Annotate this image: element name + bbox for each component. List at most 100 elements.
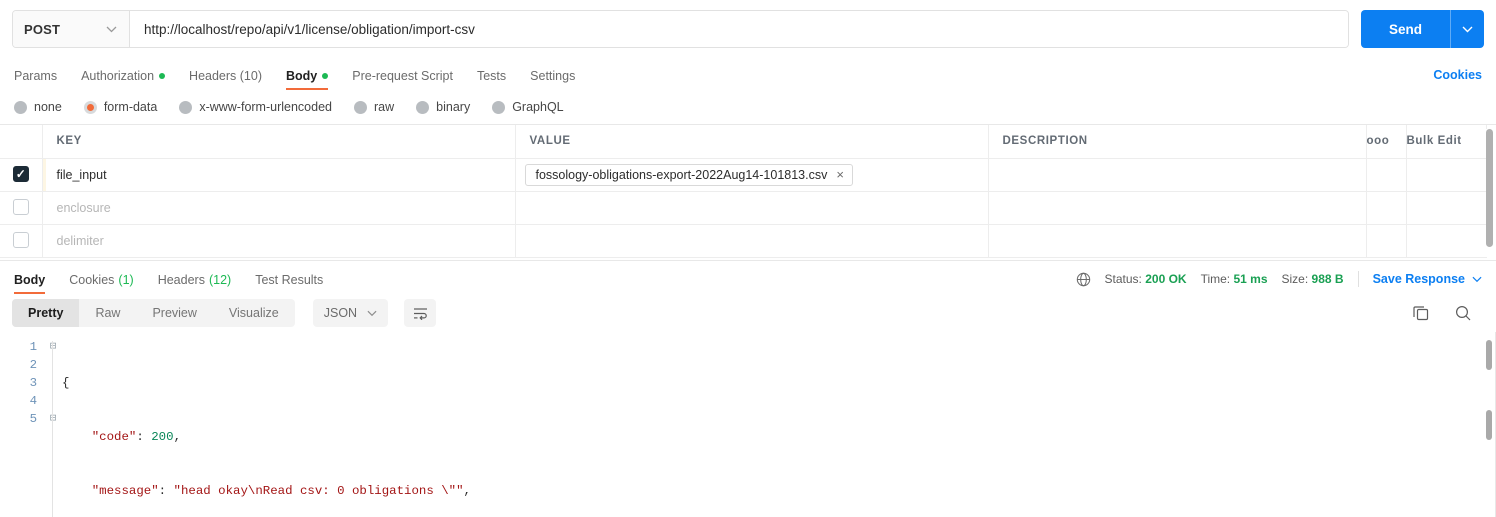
http-method-select[interactable]: POST — [13, 11, 130, 47]
row-description-cell[interactable] — [987, 158, 1367, 192]
response-tab-cookies[interactable]: Cookies (1) — [57, 272, 145, 295]
body-type-raw[interactable]: raw — [354, 100, 394, 114]
tab-settings[interactable]: Settings — [518, 69, 587, 91]
time-label: Time: — [1200, 272, 1231, 286]
line-number: 3 — [29, 376, 37, 390]
send-button-group: Send — [1360, 10, 1484, 48]
row-key-cell[interactable]: file_input — [41, 158, 516, 192]
row-spacer-cell — [1405, 158, 1487, 192]
size-value: 988 B — [1311, 272, 1344, 286]
bulk-edit-button[interactable]: Bulk Edit — [1405, 125, 1487, 159]
row-spacer-cell — [1405, 191, 1487, 225]
row-key-cell[interactable]: enclosure — [41, 191, 516, 225]
tab-params[interactable]: Params — [14, 69, 69, 91]
line-number-gutter: 1 2 3 4 5 — [0, 338, 46, 517]
view-mode-visualize[interactable]: Visualize — [213, 299, 295, 327]
row-description-cell[interactable] — [987, 224, 1367, 258]
radio-label: raw — [374, 100, 395, 114]
line-number: 1 — [29, 340, 37, 354]
tab-tests[interactable]: Tests — [465, 68, 518, 91]
word-wrap-button[interactable] — [404, 299, 437, 327]
form-data-scrollbar[interactable] — [1486, 129, 1493, 257]
url-bar: POST Send — [0, 0, 1496, 58]
search-icon[interactable] — [1454, 304, 1472, 322]
form-data-table-container: KEY VALUE DESCRIPTION ooo Bulk Edit file… — [0, 124, 1496, 260]
size-field: Size: 988 B — [1282, 272, 1344, 286]
response-tab-test-results[interactable]: Test Results — [243, 272, 335, 295]
tab-label: Headers — [157, 272, 205, 287]
row-value-cell[interactable] — [514, 191, 989, 225]
view-mode-pretty[interactable]: Pretty — [12, 299, 80, 327]
radio-label: none — [34, 100, 62, 114]
header-checkbox-col — [0, 125, 43, 159]
row-checkbox[interactable] — [12, 232, 29, 249]
status-label: Status: — [1104, 272, 1142, 286]
code-fold-gutter[interactable]: ⊟ ⊟ — [46, 338, 60, 517]
url-input[interactable] — [130, 11, 1348, 47]
header-value: VALUE — [514, 125, 989, 159]
cookies-link[interactable]: Cookies — [1433, 68, 1482, 90]
chevron-down-icon — [367, 310, 377, 316]
send-options-button[interactable] — [1450, 10, 1484, 48]
tab-label: Tests — [476, 68, 507, 83]
chevron-down-icon — [1462, 26, 1473, 32]
row-key-text: delimiter — [56, 233, 104, 248]
file-chip[interactable]: fossology-obligations-export-2022Aug14-1… — [524, 163, 853, 186]
row-checkbox[interactable] — [12, 199, 29, 216]
status-field: Status: 200 OK — [1105, 272, 1187, 286]
radio-label: binary — [436, 100, 471, 114]
tab-count: (12) — [208, 272, 232, 287]
close-icon[interactable]: × — [836, 168, 844, 181]
response-body-scrollbar[interactable] — [1486, 338, 1492, 500]
chevron-down-icon — [1472, 276, 1482, 282]
response-tab-headers[interactable]: Headers (12) — [146, 272, 243, 295]
tab-headers[interactable]: Headers (10) — [177, 69, 274, 91]
copy-icon[interactable] — [1412, 304, 1430, 322]
radio-icon — [14, 100, 27, 114]
response-tabs: Body Cookies (1) Headers (12) Test Results… — [0, 260, 1496, 294]
divider — [1357, 271, 1359, 287]
code-fold-spacer — [46, 374, 60, 392]
view-mode-preview[interactable]: Preview — [136, 299, 212, 327]
row-checkbox[interactable] — [12, 166, 29, 183]
code-fold-toggle[interactable]: ⊟ — [46, 338, 60, 356]
radio-icon — [354, 100, 367, 114]
line-number: 5 — [29, 412, 37, 426]
status-dot-icon — [159, 72, 166, 79]
line-number: 4 — [29, 394, 37, 408]
body-type-binary[interactable]: binary — [416, 100, 470, 114]
code-block: 1 2 3 4 5 ⊟ ⊟ { "code": 200, "message": … — [0, 332, 1496, 517]
body-type-form-data[interactable]: form-data — [83, 100, 158, 114]
view-mode-raw[interactable]: Raw — [79, 299, 136, 327]
body-type-x-www-form-urlencoded[interactable]: x-www-form-urlencoded — [179, 100, 332, 114]
tab-body[interactable]: Body — [274, 69, 340, 91]
send-button[interactable]: Send — [1360, 10, 1450, 48]
tab-label: Authorization — [81, 68, 155, 83]
save-response-button[interactable]: Save Response — [1373, 272, 1482, 286]
row-key-cell[interactable]: delimiter — [41, 224, 516, 258]
response-tab-body[interactable]: Body — [14, 273, 57, 295]
tab-label: Test Results — [255, 272, 324, 287]
row-description-cell[interactable] — [987, 191, 1367, 225]
status-dot-icon — [322, 72, 329, 79]
tab-authorization[interactable]: Authorization — [69, 68, 177, 91]
body-type-none[interactable]: none — [14, 100, 62, 114]
row-value-cell[interactable]: fossology-obligations-export-2022Aug14-1… — [514, 158, 989, 192]
response-format-label: JSON — [323, 306, 358, 320]
header-key-label: KEY — [56, 135, 82, 148]
radio-label: form-data — [103, 100, 158, 114]
tab-pre-request-script[interactable]: Pre-request Script — [340, 69, 465, 91]
table-options-button[interactable]: ooo — [1365, 125, 1407, 159]
row-checkbox-cell — [0, 158, 43, 192]
code-fold-spacer — [46, 356, 60, 374]
row-value-cell[interactable] — [514, 224, 989, 258]
code-fold-toggle[interactable]: ⊟ — [46, 410, 60, 428]
radio-icon — [179, 100, 193, 114]
radio-label: x-www-form-urlencoded — [199, 100, 332, 114]
body-type-graphql[interactable]: GraphQL — [492, 100, 564, 114]
tab-count: (1) — [118, 272, 134, 287]
method-url-group: POST — [12, 10, 1349, 48]
row-options-cell — [1365, 191, 1407, 225]
response-body-viewer[interactable]: 1 2 3 4 5 ⊟ ⊟ { "code": 200, "message": … — [0, 332, 1496, 517]
response-format-select[interactable]: JSON — [312, 299, 389, 327]
